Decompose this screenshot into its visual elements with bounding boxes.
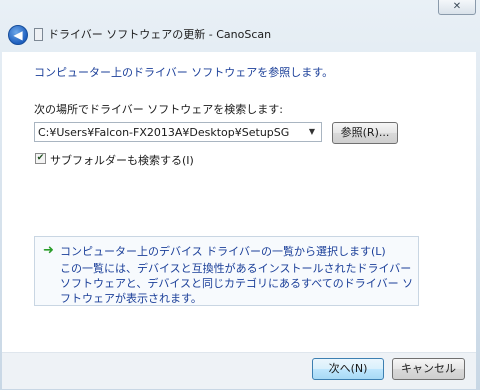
path-combobox[interactable]: C:¥Users¥Falcon-FX2013A¥Desktop¥SetupSG …: [34, 122, 322, 142]
close-button[interactable]: ✕: [438, 0, 476, 15]
back-arrow-icon: ◀: [13, 28, 23, 42]
close-icon: ✕: [452, 1, 462, 12]
pick-from-list-title[interactable]: コンピューター上のデバイス ドライバーの一覧から選択します(L): [60, 243, 386, 259]
window-title: ドライバー ソフトウェアの更新 - CanoScan: [48, 28, 272, 41]
green-arrow-icon: ➜: [43, 243, 54, 258]
subfolder-label[interactable]: サブフォルダーも検索する(I): [50, 152, 194, 168]
path-input[interactable]: C:¥Users¥Falcon-FX2013A¥Desktop¥SetupSG: [38, 126, 289, 139]
device-icon: [34, 28, 43, 41]
cancel-button[interactable]: キャンセル: [392, 358, 465, 380]
next-button[interactable]: 次へ(N): [312, 358, 384, 380]
content-area: [2, 52, 476, 352]
pick-from-list-option[interactable]: ➜ コンピューター上のデバイス ドライバーの一覧から選択します(L) この一覧に…: [34, 236, 419, 306]
page-heading: コンピューター上のドライバー ソフトウェアを参照します。: [34, 66, 334, 79]
pick-from-list-description: この一覧には、デバイスと互換性があるインストールされたドライバー ソフトウェアと…: [60, 262, 414, 305]
search-location-label: 次の場所でドライバー ソフトウェアを検索します:: [34, 103, 283, 116]
subfolder-checkbox[interactable]: ✔: [35, 153, 46, 164]
chevron-down-icon[interactable]: ▼: [305, 125, 319, 139]
browse-button[interactable]: 参照(R)...: [332, 122, 398, 144]
back-button[interactable]: ◀: [8, 25, 28, 45]
